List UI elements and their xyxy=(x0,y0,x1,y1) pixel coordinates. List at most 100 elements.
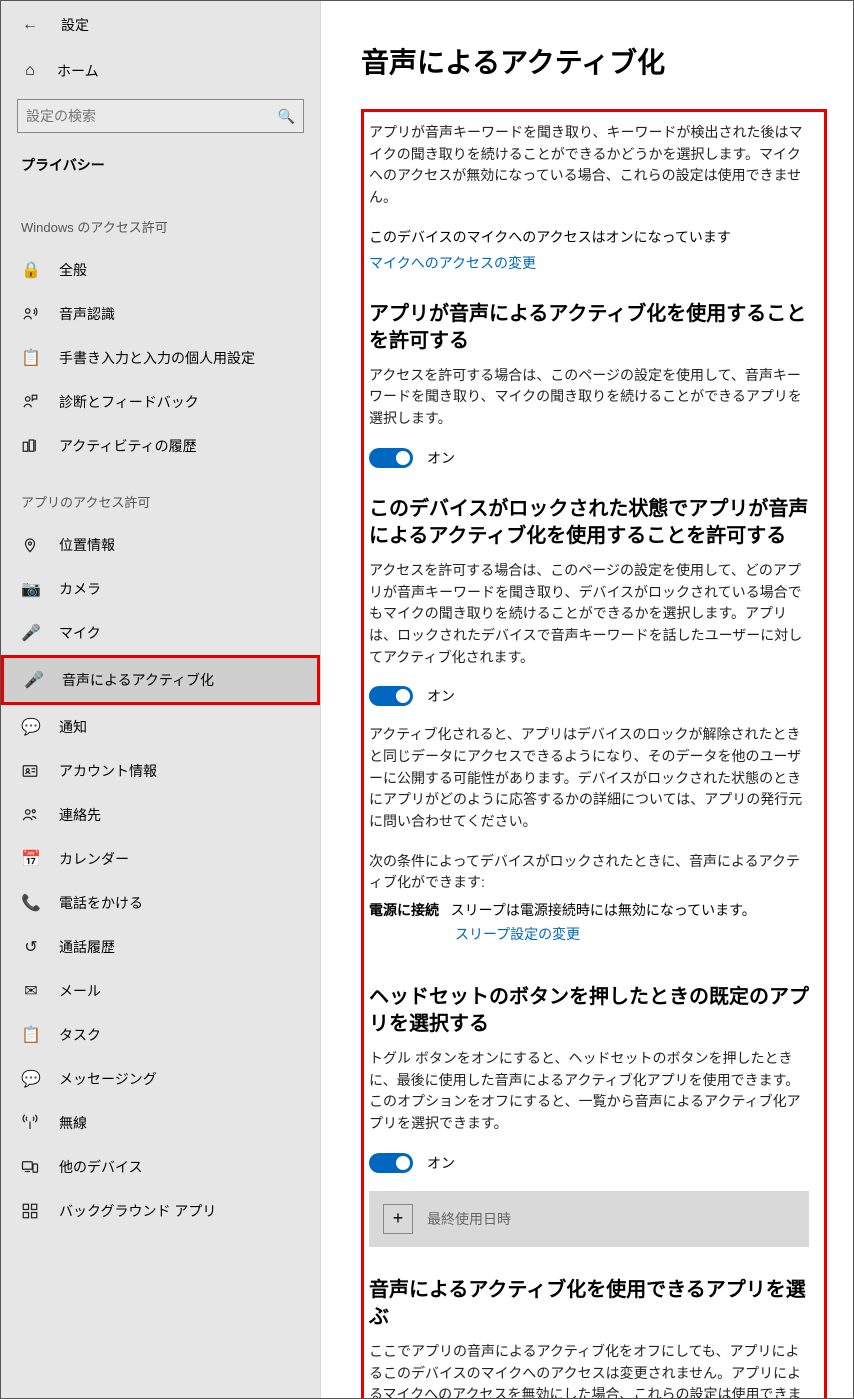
sidebar-item-feedback[interactable]: 診断とフィードバック xyxy=(1,380,320,424)
sidebar-item-label: バックグラウンド アプリ xyxy=(59,1201,216,1221)
mic-access-status: このデバイスのマイクへのアクセスはオンになっています xyxy=(369,227,814,247)
section-choose-apps-title: 音声によるアクティブ化を使用できるアプリを選ぶ xyxy=(369,1277,809,1331)
sidebar-item-label: アクティビティの履歴 xyxy=(59,436,197,456)
home-nav[interactable]: ⌂ ホーム xyxy=(1,49,320,99)
camera-icon: 📷 xyxy=(21,579,41,599)
sidebar-item-activity-history[interactable]: アクティビティの履歴 xyxy=(1,424,320,468)
back-button[interactable]: ← xyxy=(21,16,39,34)
section-allow-voice-activation-title: アプリが音声によるアクティブ化を使用することを許可する xyxy=(369,301,809,355)
sidebar-item-location[interactable]: 位置情報 xyxy=(1,523,320,567)
last-used-app-picker[interactable]: + 最終使用日時 xyxy=(369,1191,809,1247)
ink-icon: 📋 xyxy=(21,348,41,368)
mail-icon: ✉ xyxy=(21,981,41,1001)
sidebar-item-label: 音声によるアクティブ化 xyxy=(62,670,214,690)
sidebar-item-calendar[interactable]: 📅 カレンダー xyxy=(1,837,320,881)
change-sleep-settings-link[interactable]: スリープ設定の変更 xyxy=(455,926,580,942)
content-pane: 音声によるアクティブ化 アプリが音声キーワードを聞き取り、キーワードが検出された… xyxy=(321,1,853,1398)
sidebar-group-app-permissions: アプリのアクセス許可 xyxy=(1,468,320,523)
sidebar-item-other-devices[interactable]: 他のデバイス xyxy=(1,1145,320,1189)
account-icon xyxy=(21,762,41,780)
section-choose-apps-desc: ここでアプリの音声によるアクティブ化をオフにしても、アプリによるこのデバイスのマ… xyxy=(369,1341,809,1398)
search-icon: 🔍 xyxy=(278,108,295,125)
sidebar-item-email[interactable]: ✉ メール xyxy=(1,969,320,1013)
messaging-icon: 💬 xyxy=(21,1069,41,1089)
lock-icon: 🔒 xyxy=(21,260,41,280)
locked-voice-activation-toggle-row: オン xyxy=(369,686,814,706)
sidebar-item-label: 手書き入力と入力の個人用設定 xyxy=(59,348,255,368)
search-input-wrapper[interactable]: 🔍 xyxy=(17,99,304,133)
last-used-app-label: 最終使用日時 xyxy=(427,1209,511,1229)
sidebar-item-call-history[interactable]: ↺ 通話履歴 xyxy=(1,925,320,969)
section-headset-default-app-title: ヘッドセットのボタンを押したときの既定のアプリを選択する xyxy=(369,984,809,1038)
sidebar-item-label: メール xyxy=(59,981,101,1001)
sidebar-item-label: 位置情報 xyxy=(59,535,115,555)
intro-paragraph: アプリが音声キーワードを聞き取り、キーワードが検出された後はマイクの聞き取りを続… xyxy=(369,122,809,209)
section-allow-voice-activation-desc: アクセスを許可する場合は、このページの設定を使用して、音声キーワードを聞き取り、… xyxy=(369,365,809,430)
sidebar-item-camera[interactable]: 📷 カメラ xyxy=(1,567,320,611)
toggle-label: オン xyxy=(427,448,455,468)
contacts-icon xyxy=(21,806,41,824)
sidebar-item-notifications[interactable]: 💬 通知 xyxy=(1,705,320,749)
radio-icon xyxy=(21,1114,41,1132)
sidebar-item-label: 音声認識 xyxy=(59,304,115,324)
sidebar-group-windows-permissions: Windows のアクセス許可 xyxy=(1,193,320,248)
sidebar-item-speech[interactable]: 音声認識 xyxy=(1,292,320,336)
window-header: ← 設定 xyxy=(1,9,320,49)
feedback-icon xyxy=(21,393,41,411)
allow-voice-activation-toggle-row: オン xyxy=(369,448,814,468)
toggle-label: オン xyxy=(427,1153,455,1173)
callhistory-icon: ↺ xyxy=(21,937,41,957)
history-icon xyxy=(21,437,41,455)
sidebar-item-label: 無線 xyxy=(59,1113,87,1133)
sidebar: ← 設定 ⌂ ホーム 🔍 プライバシー Windows のアクセス許可 🔒 全般… xyxy=(1,1,321,1398)
headset-default-app-toggle[interactable] xyxy=(369,1153,413,1173)
phone-icon: 📞 xyxy=(21,893,41,913)
sidebar-item-tasks[interactable]: 📋 タスク xyxy=(1,1013,320,1057)
sidebar-item-label: メッセージング xyxy=(59,1069,157,1089)
toggle-label: オン xyxy=(427,686,455,706)
change-mic-access-link[interactable]: マイクへのアクセスの変更 xyxy=(369,253,814,273)
tasks-icon: 📋 xyxy=(21,1025,41,1045)
sidebar-item-contacts[interactable]: 連絡先 xyxy=(1,793,320,837)
sidebar-item-label: 他のデバイス xyxy=(59,1157,143,1177)
annotated-region: アプリが音声キーワードを聞き取り、キーワードが検出された後はマイクの聞き取りを続… xyxy=(361,109,827,1398)
sidebar-item-label: タスク xyxy=(59,1025,101,1045)
plus-icon: + xyxy=(383,1204,413,1234)
sidebar-item-voice-activation[interactable]: 🎤 音声によるアクティブ化 xyxy=(4,658,317,702)
sidebar-item-label: マイク xyxy=(59,623,101,643)
sidebar-item-phone-calls[interactable]: 📞 電話をかける xyxy=(1,881,320,925)
locked-voice-activation-toggle[interactable] xyxy=(369,686,413,706)
sidebar-item-background-apps[interactable]: バックグラウンド アプリ xyxy=(1,1189,320,1233)
section-locked-voice-activation-desc: アクセスを許可する場合は、このページの設定を使用して、どのアプリが音声キーワード… xyxy=(369,560,809,668)
home-label: ホーム xyxy=(57,61,99,81)
sidebar-item-label: 通知 xyxy=(59,717,87,737)
sidebar-item-label: 通話履歴 xyxy=(59,937,115,957)
power-condition-label: 電源に接続 xyxy=(369,902,439,918)
sidebar-item-account-info[interactable]: アカウント情報 xyxy=(1,749,320,793)
sidebar-item-messaging[interactable]: 💬 メッセージング xyxy=(1,1057,320,1101)
notification-icon: 💬 xyxy=(21,717,41,737)
search-input[interactable] xyxy=(26,108,278,124)
sidebar-item-label: 連絡先 xyxy=(59,805,101,825)
otherdevices-icon xyxy=(21,1158,41,1176)
sidebar-item-label: 全般 xyxy=(59,260,87,280)
locked-voice-activation-note: アクティブ化されると、アプリはデバイスのロックが解除されたときと同じデータにアク… xyxy=(369,724,809,832)
allow-voice-activation-toggle[interactable] xyxy=(369,448,413,468)
power-condition-desc: スリープは電源接続時には無効になっています。 xyxy=(451,902,756,918)
location-icon xyxy=(21,536,41,554)
window-title: 設定 xyxy=(61,15,89,35)
sidebar-item-inking[interactable]: 📋 手書き入力と入力の個人用設定 xyxy=(1,336,320,380)
sidebar-item-general[interactable]: 🔒 全般 xyxy=(1,248,320,292)
background-icon xyxy=(21,1202,41,1220)
sidebar-item-microphone[interactable]: 🎤 マイク xyxy=(1,611,320,655)
lock-conditions-label: 次の条件によってデバイスがロックされたときに、音声によるアクティブ化ができます: xyxy=(369,851,809,894)
calendar-icon: 📅 xyxy=(21,849,41,869)
page-title: 音声によるアクティブ化 xyxy=(361,41,817,81)
voice-activation-icon: 🎤 xyxy=(24,670,44,690)
sidebar-category: プライバシー xyxy=(1,155,320,193)
section-headset-default-app-desc: トグル ボタンをオンにすると、ヘッドセットのボタンを押したときに、最後に使用した… xyxy=(369,1048,809,1135)
sidebar-item-radios[interactable]: 無線 xyxy=(1,1101,320,1145)
speech-icon xyxy=(21,305,41,323)
headset-default-app-toggle-row: オン xyxy=(369,1153,814,1173)
power-condition-row: 電源に接続 スリープは電源接続時には無効になっています。 xyxy=(369,900,814,920)
